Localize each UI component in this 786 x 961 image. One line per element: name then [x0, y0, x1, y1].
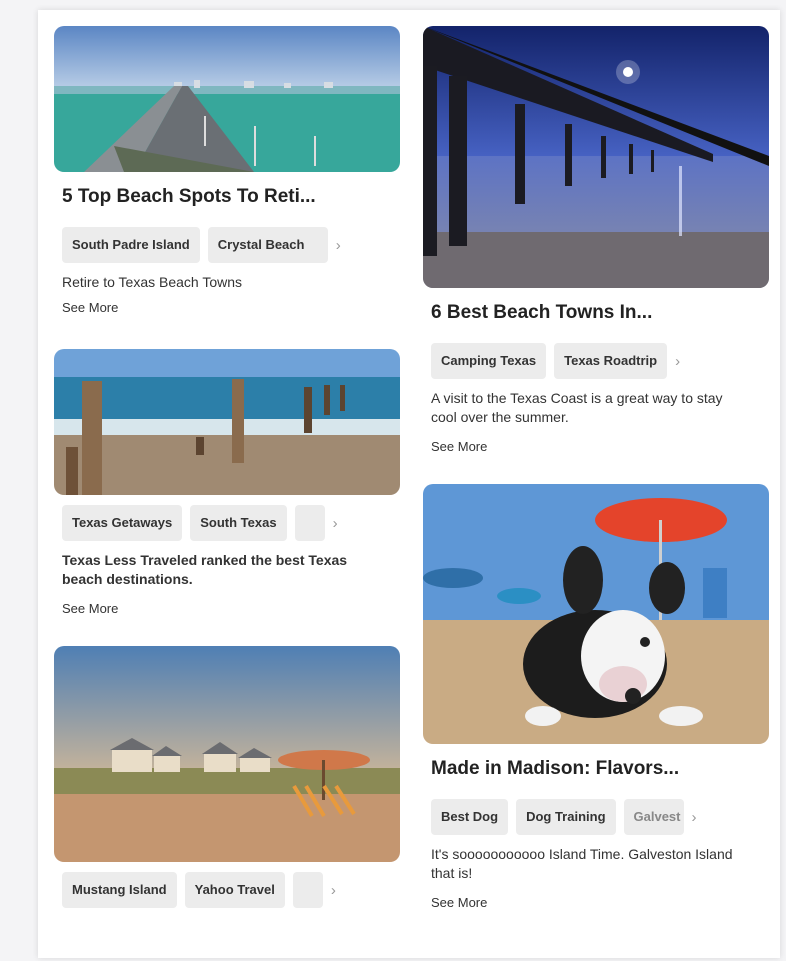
- tag-chip-overflow[interactable]: [292, 872, 323, 908]
- pin-title[interactable]: 6 Best Beach Towns In...: [431, 302, 761, 324]
- pin-image-pier[interactable]: [423, 26, 769, 288]
- tag-chip[interactable]: Texas Getaways: [62, 505, 183, 541]
- pin-description: Retire to Texas Beach Towns: [62, 274, 243, 290]
- feed-column-left: 5 Top Beach Spots To Reti... South Padre…: [54, 26, 400, 938]
- pin-card[interactable]: Texas Getaways South Texas › Texas Less …: [54, 349, 400, 616]
- pin-subtitle: [431, 327, 769, 333]
- see-more-link[interactable]: See More: [62, 300, 400, 315]
- pin-card[interactable]: 5 Top Beach Spots To Reti... South Padre…: [54, 26, 400, 315]
- chevron-right-icon[interactable]: ›: [675, 353, 680, 370]
- tag-chip[interactable]: Galvest: [623, 799, 684, 835]
- pin-feed: 5 Top Beach Spots To Reti... South Padre…: [38, 10, 780, 958]
- tag-row: South Padre Island Crystal Beach ›: [62, 227, 400, 263]
- see-more-link[interactable]: See More: [431, 439, 769, 454]
- pin-description: It's sooooooooooo Island Time. Galveston…: [431, 846, 733, 881]
- chevron-right-icon[interactable]: ›: [692, 809, 697, 826]
- tag-row: Texas Getaways South Texas ›: [62, 505, 400, 541]
- chevron-right-icon[interactable]: ›: [333, 515, 338, 532]
- pin-image-pilings[interactable]: [54, 349, 400, 495]
- pin-image-causeway[interactable]: [54, 26, 400, 172]
- tag-row: Camping Texas Texas Roadtrip ›: [431, 343, 769, 379]
- pin-title[interactable]: 5 Top Beach Spots To Reti...: [62, 186, 392, 208]
- chevron-right-icon[interactable]: ›: [331, 882, 336, 899]
- tag-chip[interactable]: Texas Roadtrip: [554, 343, 668, 379]
- tag-chip[interactable]: South Texas: [190, 505, 287, 541]
- tag-chip[interactable]: Yahoo Travel: [184, 872, 285, 908]
- chevron-right-icon[interactable]: ›: [336, 237, 341, 254]
- tag-chip[interactable]: Dog Training: [516, 799, 616, 835]
- tag-row: Best Dog Dog Training Galvest ›: [431, 799, 769, 835]
- tag-chip[interactable]: Crystal Beach: [207, 227, 328, 263]
- tag-chip[interactable]: Camping Texas: [431, 343, 547, 379]
- see-more-link[interactable]: See More: [431, 895, 769, 910]
- pin-title[interactable]: Made in Madison: Flavors...: [431, 758, 761, 780]
- pin-subtitle: [62, 211, 400, 217]
- see-more-link[interactable]: See More: [62, 601, 400, 616]
- pin-subtitle: [431, 783, 769, 789]
- tag-chip-overflow[interactable]: [294, 505, 325, 541]
- pin-image-dog-beach[interactable]: [423, 484, 769, 744]
- pin-card[interactable]: 6 Best Beach Towns In... Camping Texas T…: [423, 26, 769, 454]
- feed-column-right: 6 Best Beach Towns In... Camping Texas T…: [423, 26, 769, 940]
- pin-image-beach-houses[interactable]: [54, 646, 400, 862]
- pin-description: A visit to the Texas Coast is a great wa…: [431, 390, 723, 425]
- pin-card[interactable]: Made in Madison: Flavors... Best Dog Dog…: [423, 484, 769, 910]
- tag-chip[interactable]: South Padre Island: [62, 227, 200, 263]
- tag-row: Mustang Island Yahoo Travel ›: [62, 872, 400, 908]
- pin-description: Texas Less Traveled ranked the best Texa…: [62, 552, 348, 587]
- pin-card[interactable]: Mustang Island Yahoo Travel ›: [54, 646, 400, 908]
- tag-chip[interactable]: Mustang Island: [62, 872, 177, 908]
- tag-chip[interactable]: Best Dog: [431, 799, 509, 835]
